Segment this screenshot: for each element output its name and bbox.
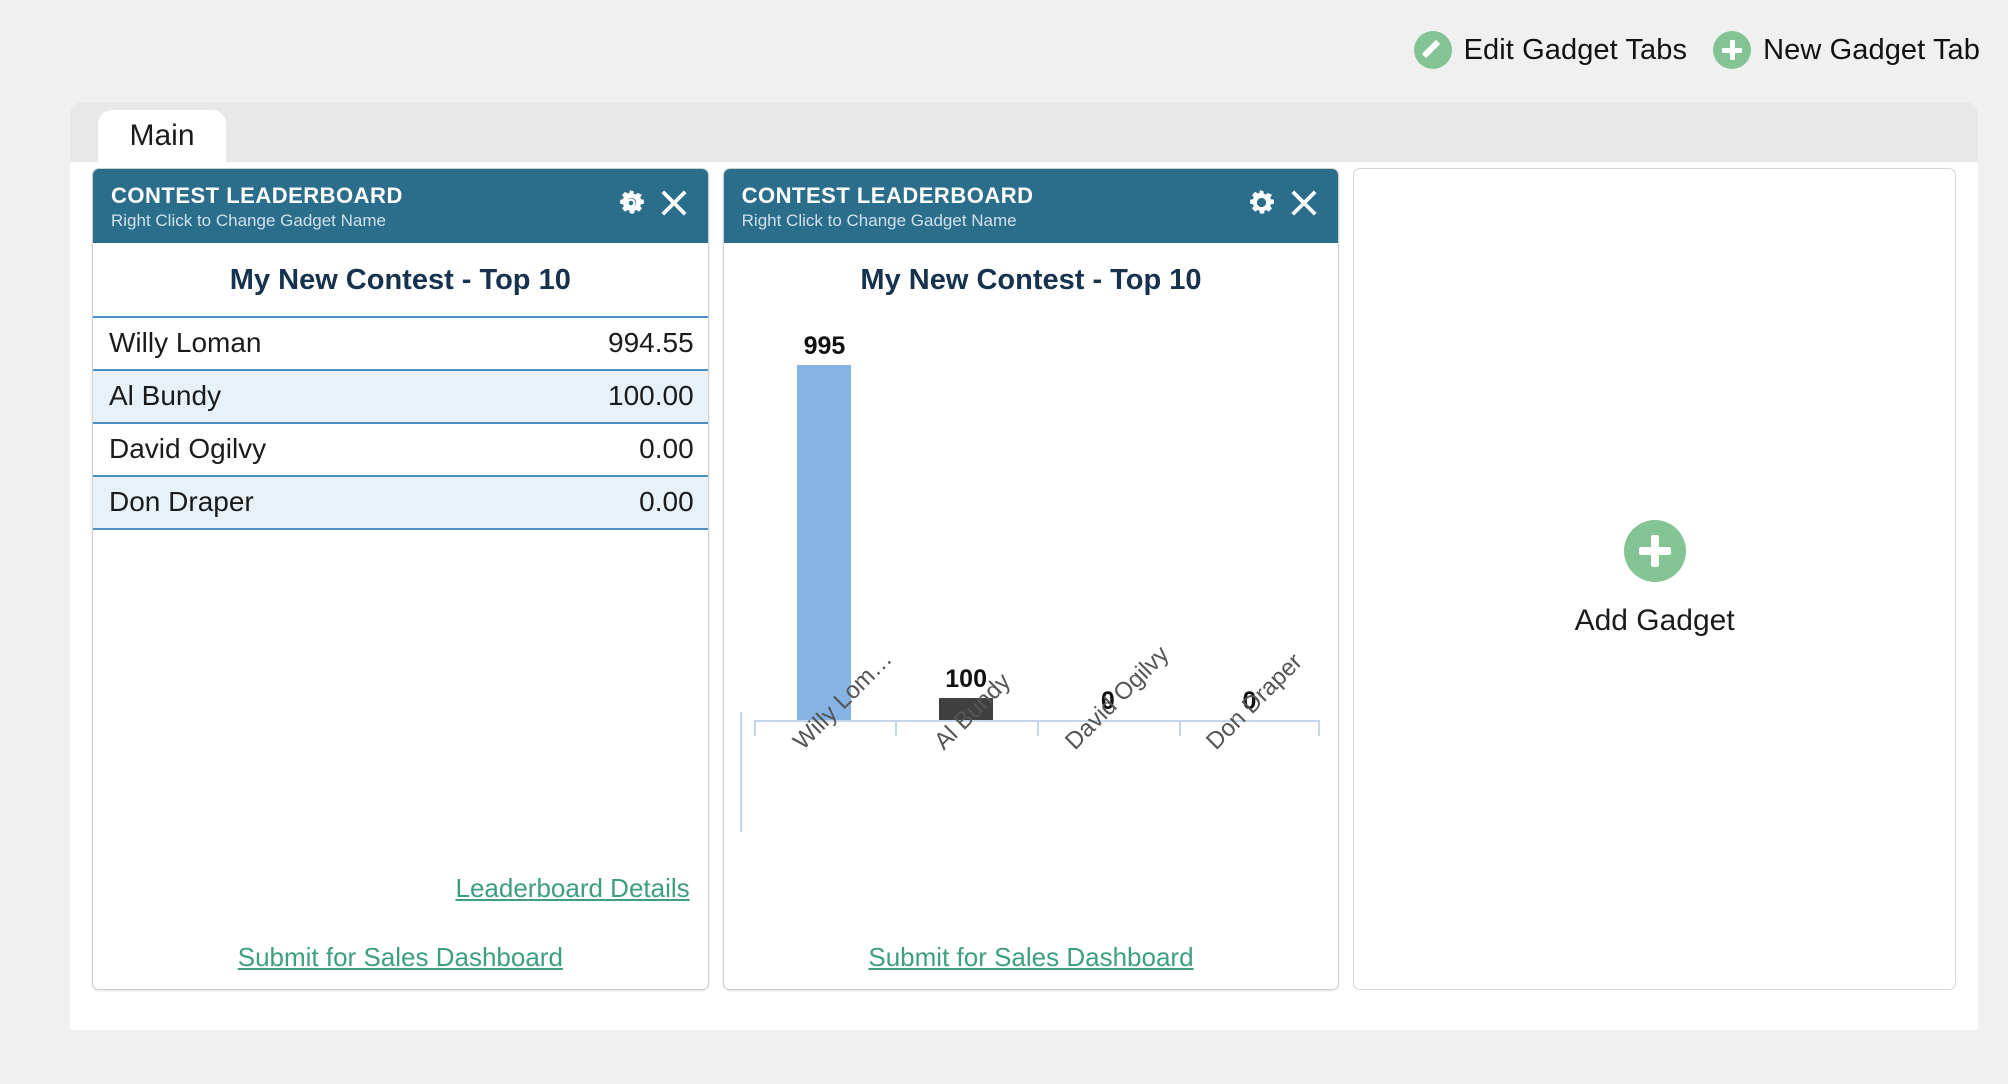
bar-value-label: 995 [803, 332, 846, 361]
gadget-subtitle: Right Click to Change Gadget Name [111, 211, 386, 231]
row-name: David Ogilvy [109, 433, 267, 465]
gadget-header-actions [1246, 183, 1320, 219]
pencil-circle-icon [1413, 31, 1452, 69]
gadget-header-text: CONTEST LEADERBOARD Right Click to Chang… [742, 183, 1034, 231]
gadget-tab-bar: Main [70, 102, 1978, 162]
row-name: Don Draper [109, 486, 254, 518]
gadget-panel-area: CONTEST LEADERBOARD Right Click to Chang… [70, 162, 1978, 1030]
axis-tick [1036, 722, 1039, 737]
gadget-title: CONTEST LEADERBOARD [741, 183, 1034, 208]
gadget-header-actions [616, 183, 690, 219]
row-value: 0.00 [639, 486, 694, 518]
table-row[interactable]: David Ogilvy 0.00 [93, 424, 708, 478]
contest-title: My New Contest - Top 10 [229, 264, 571, 297]
dashboard-container: Main CONTEST LEADERBOARD Right Click to … [70, 102, 1978, 1030]
gadget-leaderboard-chart: CONTEST LEADERBOARD Right Click to Chang… [722, 168, 1340, 990]
new-gadget-tab-button[interactable]: New Gadget Tab [1713, 31, 1980, 69]
gadget-header[interactable]: CONTEST LEADERBOARD Right Click to Chang… [723, 169, 1339, 244]
submit-sales-dashboard-link[interactable]: Submit for Sales Dashboard [868, 942, 1193, 973]
submit-link-row: Submit for Sales Dashboard [111, 942, 690, 973]
table-row[interactable]: Al Bundy 100.00 [93, 371, 708, 425]
gadget-title: CONTEST LEADERBOARD [111, 183, 403, 208]
bar-group[interactable]: 100 [895, 320, 1037, 721]
row-value: 0.00 [639, 433, 694, 465]
table-row[interactable]: Willy Loman 994.55 [93, 318, 708, 372]
tab-main-label: Main [129, 119, 195, 152]
plus-circle-icon [1623, 520, 1686, 582]
gear-icon[interactable] [1246, 188, 1276, 218]
table-row[interactable]: Don Draper 0.00 [93, 477, 708, 531]
details-link-row: Leaderboard Details [111, 873, 689, 904]
chart-plot-area: 995 100 0 0 [754, 320, 1321, 721]
chart-y-axis-line [739, 712, 742, 833]
row-name: Al Bundy [109, 380, 222, 412]
gadget-header-text: CONTEST LEADERBOARD Right Click to Chang… [111, 183, 403, 231]
tab-main[interactable]: Main [98, 110, 226, 162]
new-gadget-tab-label: New Gadget Tab [1763, 33, 1980, 66]
gadget-body-spacer [93, 530, 708, 873]
add-gadget-panel[interactable]: Add Gadget [1353, 168, 1957, 990]
gadget-header[interactable]: CONTEST LEADERBOARD Right Click to Chang… [93, 169, 708, 244]
submit-sales-dashboard-link[interactable]: Submit for Sales Dashboard [238, 942, 563, 973]
plus-circle-icon [1713, 31, 1752, 69]
axis-tick [895, 722, 898, 737]
close-x-icon[interactable] [658, 187, 690, 219]
gadget-footer: Submit for Sales Dashboard [724, 942, 1339, 989]
leaderboard-table: Willy Loman 994.55 Al Bundy 100.00 David… [93, 316, 708, 531]
axis-tick [753, 722, 756, 737]
edit-gadget-tabs-button[interactable]: Edit Gadget Tabs [1413, 31, 1688, 69]
gadget-subtitle: Right Click to Change Gadget Name [741, 211, 1017, 231]
bar-willy-loman[interactable] [797, 365, 852, 721]
edit-gadget-tabs-label: Edit Gadget Tabs [1463, 33, 1688, 66]
row-value: 994.55 [608, 327, 694, 359]
add-gadget-label: Add Gadget [1574, 604, 1735, 637]
top-toolbar: Edit Gadget Tabs New Gadget Tab [0, 0, 2008, 100]
row-value: 100.00 [608, 380, 694, 412]
axis-tick [1318, 722, 1321, 737]
axis-tick [1178, 722, 1181, 737]
chart-title: My New Contest - Top 10 [860, 264, 1202, 297]
row-name: Willy Loman [109, 327, 262, 359]
close-x-icon[interactable] [1288, 187, 1320, 219]
gadget-leaderboard-table: CONTEST LEADERBOARD Right Click to Chang… [92, 168, 709, 990]
gear-icon[interactable] [616, 188, 646, 218]
chart-x-tick-labels: Willy Lom… Al Bundy David Ogilvy Don Dra… [754, 641, 1321, 876]
gadget-footer: Leaderboard Details Submit for Sales Das… [93, 873, 708, 989]
gadget-body-spacer [724, 880, 1339, 942]
submit-link-row: Submit for Sales Dashboard [742, 942, 1321, 973]
leaderboard-details-link[interactable]: Leaderboard Details [455, 873, 689, 904]
leaderboard-bar-chart: 995 100 0 0 Willy Lom… Al Bundy David Og… [739, 320, 1321, 880]
